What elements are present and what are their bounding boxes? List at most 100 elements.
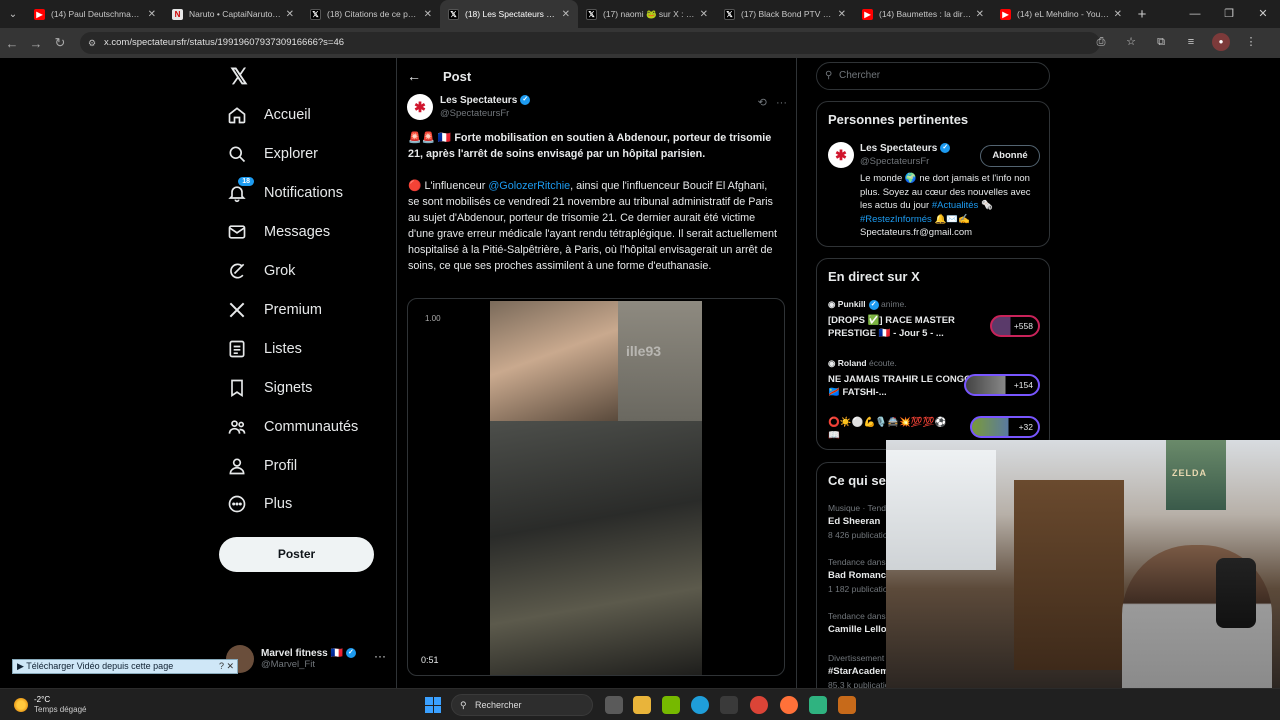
media-icon[interactable]: ≡: [1182, 33, 1200, 51]
avatar[interactable]: ✱: [828, 142, 854, 168]
video-frame-side: [618, 301, 702, 421]
nav-item-bookmarks[interactable]: Signets: [226, 369, 312, 407]
browser-tab[interactable]: ▶ (14) Baumettes : la directi ✕: [854, 0, 992, 28]
close-icon[interactable]: ✕: [976, 9, 984, 20]
following-button[interactable]: Abonné: [980, 145, 1040, 167]
nav-label: Listes: [264, 341, 302, 357]
reload-icon[interactable]: ↻: [48, 35, 72, 51]
close-icon[interactable]: ✕: [700, 9, 708, 20]
account-name-text: Marvel fitness 🇫🇷: [261, 648, 343, 659]
nav-item-explore[interactable]: Explorer: [226, 135, 318, 173]
more-horizontal-icon[interactable]: ···: [776, 97, 787, 109]
app-icon[interactable]: [809, 696, 827, 714]
person-handle[interactable]: @SpectateursFr: [860, 156, 929, 167]
nav-item-grok[interactable]: Grok: [226, 252, 295, 290]
browser-tab[interactable]: 𝕏 (17) naomi 🐸 sur X : "@n ✕: [578, 0, 716, 28]
url-text: x.com/spectateursfr/status/1991960793730…: [104, 37, 345, 48]
minimize-icon[interactable]: —: [1178, 0, 1212, 28]
download-video-bar[interactable]: ▶ Télécharger Vidéo depuis cette page ? …: [12, 659, 238, 674]
live-item[interactable]: ◉ Roland écoute. NE JAMAIS TRAHIR LE CON…: [828, 358, 1040, 399]
page-title: Post: [443, 68, 472, 84]
firefox-icon[interactable]: [780, 696, 798, 714]
nav-item-more[interactable]: Plus: [226, 485, 292, 523]
close-icon[interactable]: ✕: [286, 9, 294, 20]
close-icon[interactable]: ✕: [562, 9, 570, 20]
extensions-icon[interactable]: ⧉: [1152, 33, 1170, 51]
forward-icon[interactable]: →: [24, 36, 48, 51]
search-input[interactable]: ⚲ Chercher: [816, 62, 1050, 90]
new-tab-button[interactable]: +: [1130, 6, 1154, 23]
vlc-icon[interactable]: [838, 696, 856, 714]
close-icon[interactable]: ? ✕: [219, 660, 234, 673]
file-explorer-icon[interactable]: [633, 696, 651, 714]
nav-item-home[interactable]: Accueil: [226, 96, 311, 134]
person-name[interactable]: Les Spectateurs ✓: [860, 143, 951, 154]
more-horizontal-icon[interactable]: ···: [374, 649, 386, 663]
browser-tab[interactable]: 𝕏 (18) Citations de ce post / ✕: [302, 0, 440, 28]
browser-tab[interactable]: ▶ (14) eL Mehdino - YouTube ✕: [992, 0, 1130, 28]
host-avatar-icon: ◉: [828, 358, 838, 368]
grok-icon[interactable]: ⟲: [758, 97, 767, 109]
person-name-text: Les Spectateurs: [860, 143, 938, 154]
browser-tab[interactable]: ▶ (14) Paul Deutschmann : l ✕: [26, 0, 164, 28]
home-icon: [226, 104, 248, 126]
install-icon[interactable]: ⎙: [1092, 33, 1110, 51]
verified-icon: ✓: [940, 143, 951, 154]
author-name[interactable]: Les Spectateurs ✓: [440, 95, 531, 106]
search-icon: ⚲: [825, 70, 833, 81]
post-button[interactable]: Poster: [219, 537, 374, 572]
nvidia-icon[interactable]: [662, 696, 680, 714]
task-view-icon[interactable]: [605, 696, 623, 714]
profile-avatar[interactable]: ●: [1212, 33, 1230, 51]
author-avatar[interactable]: ✱: [407, 94, 433, 120]
play-icon: ▶: [17, 661, 27, 671]
nav-item-premium[interactable]: Premium: [226, 291, 322, 329]
nav-item-lists[interactable]: Listes: [226, 330, 302, 368]
hashtag-link[interactable]: #Actualités: [932, 200, 978, 211]
nav-item-profile[interactable]: Profil: [226, 447, 297, 485]
taskbar-search[interactable]: ⚲ Rechercher: [451, 694, 593, 716]
x-logo-icon[interactable]: 𝕏: [226, 64, 252, 90]
nav-label: Explorer: [264, 146, 318, 162]
close-icon[interactable]: ✕: [424, 9, 432, 20]
tab-label: (18) Les Spectateurs sur X: [465, 9, 558, 19]
back-icon[interactable]: ←: [0, 36, 24, 51]
star-icon[interactable]: ☆: [1122, 33, 1140, 51]
account-switcher[interactable]: Marvel fitness 🇫🇷 ✓ @Marvel_Fit ···: [226, 641, 386, 677]
nav-item-communities[interactable]: Communautés: [226, 408, 358, 446]
tab-search-icon[interactable]: ⌄: [0, 0, 26, 28]
nav-item-messages[interactable]: Messages: [226, 213, 330, 251]
weather-widget[interactable]: -2°C Temps dégagé: [14, 693, 86, 717]
hashtag-link[interactable]: #RestezInformés: [860, 214, 932, 225]
site-info-icon[interactable]: ⚙: [88, 32, 96, 54]
close-icon[interactable]: ✕: [148, 9, 156, 20]
tab-label: (14) Paul Deutschmann : l: [51, 9, 144, 19]
tab-label: (17) Black Bond PTV sur X: [741, 9, 834, 19]
download-label: Télécharger Vidéo depuis cette page: [26, 661, 174, 671]
windows-start-icon[interactable]: [425, 697, 441, 713]
author-handle[interactable]: @SpectateursFr: [440, 108, 509, 119]
video-player[interactable]: ille93 1.00 0:51: [407, 298, 785, 676]
close-icon[interactable]: ✕: [1114, 9, 1122, 20]
x-icon: 𝕏: [724, 8, 735, 20]
store-icon[interactable]: [720, 696, 738, 714]
live-item[interactable]: ⭕☀️⚪💪🎙️🚔💥💯💯⚽📖 +32: [828, 416, 1040, 442]
url-field[interactable]: ⚙ x.com/spectateursfr/status/19919607937…: [80, 32, 1100, 54]
restore-icon[interactable]: ❐: [1212, 0, 1246, 28]
live-item[interactable]: ◉ Punkill ✓ anime. [DROPS ✅] RACE MASTER …: [828, 299, 1040, 340]
menu-icon[interactable]: ⋮: [1242, 33, 1260, 51]
edge-icon[interactable]: [691, 696, 709, 714]
chrome-icon[interactable]: [750, 696, 768, 714]
browser-tab[interactable]: 𝕏 (17) Black Bond PTV sur X ✕: [716, 0, 854, 28]
search-placeholder: Chercher: [839, 70, 881, 81]
close-icon[interactable]: ✕: [838, 9, 846, 20]
playback-speed[interactable]: 1.00: [425, 314, 441, 323]
back-arrow-icon[interactable]: ←: [407, 68, 421, 84]
close-window-icon[interactable]: ✕: [1246, 0, 1280, 28]
nav-item-notifications[interactable]: 18 Notifications: [226, 174, 343, 212]
window-controls: — ❐ ✕: [1178, 0, 1280, 28]
mention-link[interactable]: @GolozerRitchie: [488, 180, 570, 192]
browser-tab-active[interactable]: 𝕏 (18) Les Spectateurs sur X ✕: [440, 0, 578, 28]
tab-label: Naruto • CaptaiNaruto = l: [189, 9, 282, 19]
browser-tab[interactable]: N Naruto • CaptaiNaruto = l ✕: [164, 0, 302, 28]
